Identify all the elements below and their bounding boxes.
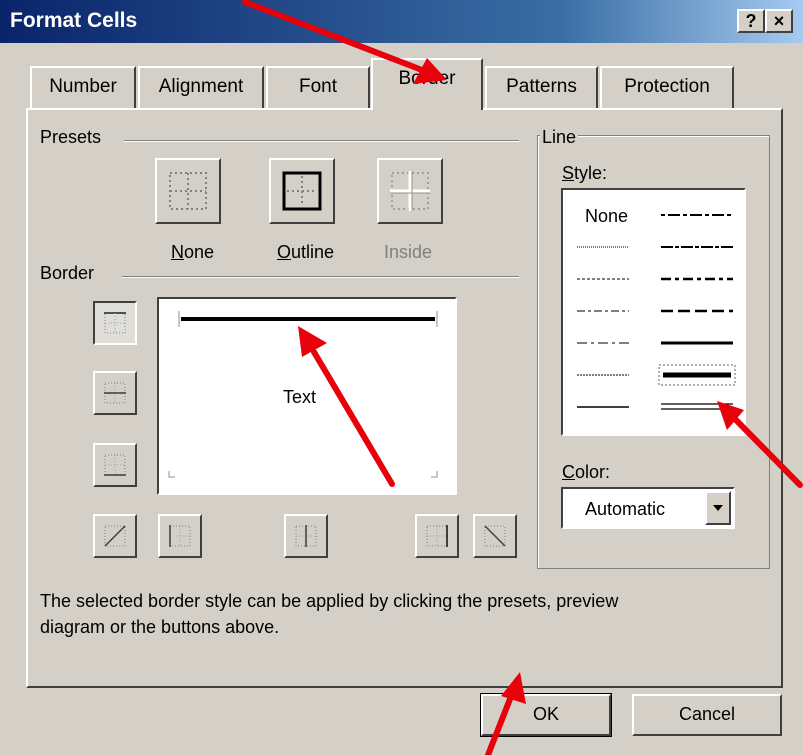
border-bottom-button[interactable] — [93, 443, 137, 487]
color-select-value: Automatic — [585, 499, 666, 519]
hint-text-line-1: The selected border style can be applied… — [40, 591, 619, 611]
border-middle-vertical-icon — [295, 525, 317, 547]
border-left-icon — [169, 525, 191, 547]
color-dropdown-button[interactable] — [705, 491, 731, 525]
line-style-samples — [577, 214, 736, 410]
preview-text: Text — [283, 387, 317, 407]
border-diagonal-down-button[interactable] — [473, 514, 517, 558]
color-label: Color: — [562, 462, 610, 483]
presets-rule — [124, 140, 519, 142]
chevron-down-icon — [713, 505, 723, 511]
border-diagonal-down-icon — [484, 525, 506, 547]
border-heading: Border — [40, 263, 95, 283]
preset-none-icon — [169, 172, 207, 210]
border-right-button[interactable] — [415, 514, 459, 558]
border-diagonal-up-button[interactable] — [93, 514, 137, 558]
border-middle-vertical-button[interactable] — [284, 514, 328, 558]
line-style-list[interactable]: None — [561, 188, 746, 436]
format-cells-dialog: Format Cells ? × Number Alignment Font B… — [0, 0, 803, 755]
border-right-icon — [426, 525, 448, 547]
color-select[interactable]: Automatic — [561, 487, 735, 529]
style-label-rest: tyle: — [574, 163, 608, 183]
border-preview[interactable]: Text — [157, 297, 457, 495]
preset-none-label: None — [171, 242, 214, 263]
ok-button[interactable]: OK — [480, 693, 612, 737]
preset-outline-icon — [282, 171, 322, 211]
preset-none-button[interactable] — [155, 158, 221, 224]
hint-text-line-2: diagram or the buttons above. — [40, 617, 280, 637]
preset-outline-button[interactable] — [269, 158, 335, 224]
border-top-icon — [104, 312, 126, 334]
color-label-mnemonic: C — [562, 462, 575, 482]
border-middle-horizontal-icon — [104, 382, 126, 404]
preset-outline-label: Outline — [277, 242, 334, 263]
border-diagonal-up-icon — [104, 525, 126, 547]
border-rule — [122, 276, 519, 278]
presets-heading: Presets — [40, 127, 102, 147]
border-middle-horizontal-button[interactable] — [93, 371, 137, 415]
preset-inside-label: Inside — [384, 242, 433, 262]
preset-none-rest: one — [184, 242, 215, 262]
preset-inside-icon — [390, 171, 430, 211]
preset-outline-rest: utline — [291, 242, 335, 262]
preset-outline-mnemonic: O — [277, 242, 292, 262]
style-label-mnemonic: S — [562, 163, 575, 183]
cancel-button[interactable]: Cancel — [632, 694, 782, 736]
preset-inside-button[interactable] — [377, 158, 443, 224]
preset-none-mnemonic: N — [171, 242, 184, 262]
border-top-button[interactable] — [93, 301, 137, 345]
line-heading: Line — [540, 127, 579, 148]
border-left-button[interactable] — [158, 514, 202, 558]
style-label: Style: — [562, 163, 607, 184]
color-label-rest: olor: — [575, 462, 611, 482]
border-bottom-icon — [104, 454, 126, 476]
